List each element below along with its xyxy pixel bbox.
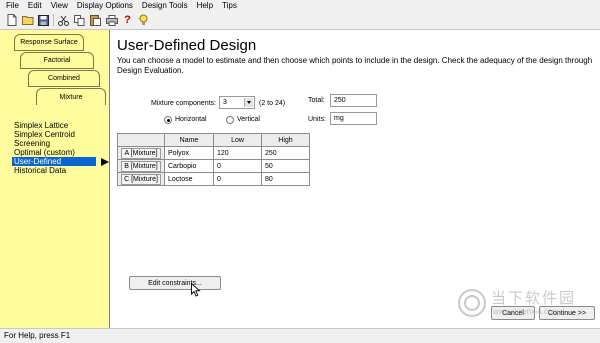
component-a-name-cell[interactable]: Polyox — [164, 146, 214, 160]
menu-display-options[interactable]: Display Options — [77, 0, 133, 11]
paste-icon[interactable] — [89, 14, 102, 27]
component-b-low-cell[interactable]: 0 — [213, 159, 262, 173]
units-label: Units: — [308, 116, 326, 123]
component-a-button[interactable]: A [Mixture] — [117, 146, 165, 160]
save-icon[interactable] — [37, 14, 50, 27]
units-input[interactable]: mg — [330, 112, 377, 125]
cut-icon[interactable] — [57, 14, 70, 27]
page-title: User-Defined Design — [117, 37, 257, 54]
help-icon[interactable]: ? — [121, 14, 134, 27]
vertical-radio[interactable] — [226, 116, 234, 124]
selection-arrow-icon — [101, 158, 109, 166]
component-c-name-cell[interactable]: Loctose — [164, 172, 214, 186]
copy-icon[interactable] — [73, 14, 86, 27]
mouse-pointer-icon — [191, 283, 201, 297]
components-table: Name Low High A [Mixture] Polyox 120 250… — [117, 133, 310, 186]
mixture-components-value: 3 — [223, 99, 227, 106]
design-optimal-custom[interactable]: Optimal (custom) — [12, 148, 96, 157]
horizontal-radio-label: Horizontal — [175, 116, 207, 123]
page-description: You can choose a model to estimate and t… — [117, 56, 593, 75]
vertical-radio-label: Vertical — [237, 116, 260, 123]
menu-edit[interactable]: Edit — [28, 0, 42, 11]
edit-constraints-button[interactable]: Edit constraints... — [129, 276, 221, 290]
column-header-high: High — [261, 133, 310, 147]
table-header-row: Name Low High — [117, 133, 310, 147]
menu-file[interactable]: File — [6, 0, 19, 11]
table-row: A [Mixture] Polyox 120 250 — [117, 146, 310, 160]
tip-lightbulb-icon[interactable] — [137, 14, 150, 27]
menu-design-tools[interactable]: Design Tools — [142, 0, 188, 11]
component-c-label: C [Mixture] — [121, 173, 161, 185]
table-row: B [Mixture] Carbopio 0 50 — [117, 159, 310, 173]
watermark-url: www.downxia.com — [493, 307, 559, 316]
component-b-name-cell[interactable]: Carbopio — [164, 159, 214, 173]
status-bar: For Help, press F1 — [0, 328, 600, 343]
new-document-icon[interactable] — [5, 14, 18, 27]
total-label: Total: — [308, 97, 325, 104]
component-b-high-cell[interactable]: 50 — [261, 159, 310, 173]
watermark-logo: 当下软件园 www.downxia.com — [455, 284, 595, 324]
table-corner — [117, 133, 165, 147]
menu-tips[interactable]: Tips — [222, 0, 237, 11]
tab-factorial[interactable]: Factorial — [20, 52, 94, 69]
watermark-emblem-icon — [458, 289, 486, 317]
design-type-panel: Response Surface Factorial Combined Mixt… — [0, 30, 110, 328]
column-header-low: Low — [213, 133, 262, 147]
design-screening[interactable]: Screening — [12, 139, 96, 148]
design-user-defined-label: User-Defined — [14, 157, 62, 166]
mixture-components-range: (2 to 24) — [259, 100, 286, 107]
menu-help[interactable]: Help — [197, 0, 213, 11]
total-input[interactable]: 250 — [330, 94, 377, 107]
tab-mixture[interactable]: Mixture — [36, 88, 106, 105]
component-b-label: B [Mixture] — [121, 160, 161, 172]
mixture-components-select[interactable]: 3 — [219, 96, 255, 109]
component-a-label: A [Mixture] — [121, 147, 161, 159]
menu-bar: File Edit View Display Options Design To… — [0, 0, 600, 11]
component-c-low-cell[interactable]: 0 — [213, 172, 262, 186]
print-icon[interactable] — [105, 14, 118, 27]
horizontal-radio[interactable] — [164, 116, 172, 124]
design-user-defined[interactable]: User-Defined — [12, 157, 109, 166]
tab-response-surface[interactable]: Response Surface — [14, 34, 84, 51]
toolbar: ? — [0, 11, 600, 30]
table-row: C [Mixture] Loctose 0 80 — [117, 172, 310, 186]
component-c-button[interactable]: C [Mixture] — [117, 172, 165, 186]
design-type-list: Simplex Lattice Simplex Centroid Screeni… — [12, 121, 109, 175]
component-c-high-cell[interactable]: 80 — [261, 172, 310, 186]
design-historical-data[interactable]: Historical Data — [12, 166, 96, 175]
menu-view[interactable]: View — [51, 0, 68, 11]
open-folder-icon[interactable] — [21, 14, 34, 27]
component-b-button[interactable]: B [Mixture] — [117, 159, 165, 173]
toolbar-separator — [53, 14, 54, 26]
tab-combined[interactable]: Combined — [28, 70, 100, 87]
column-header-name: Name — [164, 133, 214, 147]
chevron-down-icon[interactable] — [244, 98, 253, 107]
mixture-components-label: Mixture components: — [151, 100, 216, 107]
component-a-high-cell[interactable]: 250 — [261, 146, 310, 160]
design-simplex-centroid[interactable]: Simplex Centroid — [12, 130, 96, 139]
component-a-low-cell[interactable]: 120 — [213, 146, 262, 160]
design-simplex-lattice[interactable]: Simplex Lattice — [12, 121, 96, 130]
watermark-text: 当下软件园 — [491, 290, 577, 307]
